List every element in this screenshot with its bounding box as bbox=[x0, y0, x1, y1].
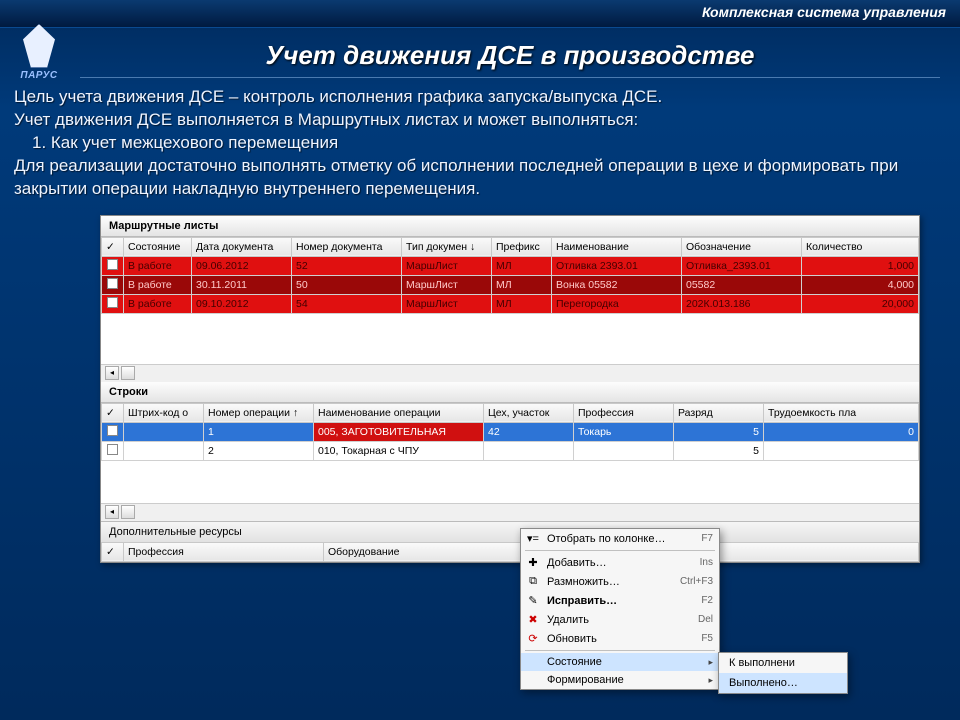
delete-icon: ✖ bbox=[525, 613, 541, 626]
col-qty[interactable]: Количество bbox=[802, 237, 919, 256]
scroll-left-icon[interactable]: ◂ bbox=[105, 505, 119, 519]
logo-block: ПАРУС bbox=[10, 24, 68, 81]
table-row[interactable]: В работе 30.11.2011 50 МаршЛист МЛ Вонка… bbox=[102, 275, 919, 294]
lines-hscroll[interactable]: ◂ bbox=[101, 503, 919, 521]
resources-header-row[interactable]: ✓ Профессия Оборудование Номер исполни bbox=[102, 542, 919, 561]
menu-separator bbox=[525, 550, 715, 551]
paragraph-3: 1. Как учет межцехового перемещения bbox=[14, 132, 946, 155]
table-row-selected[interactable]: 1 005, ЗАГОТОВИТЕЛЬНАЯ 42 Токарь 5 0 bbox=[102, 422, 919, 441]
col-desig[interactable]: Обозначение bbox=[682, 237, 802, 256]
col-state[interactable]: Состояние bbox=[124, 237, 192, 256]
menu-item-filter[interactable]: ▾= Отобрать по колонке… F7 bbox=[521, 529, 719, 548]
app-window: Маршрутные листы ✓ Состояние Дата докуме… bbox=[100, 215, 920, 563]
menu-item-edit[interactable]: ✎ Исправить… F2 bbox=[521, 591, 719, 610]
col-profession[interactable]: Профессия bbox=[124, 542, 324, 561]
scroll-handle[interactable] bbox=[121, 366, 135, 380]
logo-icon bbox=[19, 24, 59, 68]
plus-icon: ✚ bbox=[525, 556, 541, 569]
logo-brand: ПАРУС bbox=[10, 70, 68, 81]
context-menu[interactable]: ▾= Отобрать по колонке… F7 ✚ Добавить… I… bbox=[520, 528, 720, 690]
submenu-item-done[interactable]: Выполнено… bbox=[719, 673, 847, 693]
lines-header-row[interactable]: ✓ Штрих-код о Номер операции ↑ Наименова… bbox=[102, 403, 919, 422]
checkbox[interactable] bbox=[107, 297, 118, 308]
checkbox[interactable] bbox=[107, 259, 118, 270]
submenu-item-to-execution[interactable]: К выполнени bbox=[719, 653, 847, 673]
edit-icon: ✎ bbox=[525, 594, 541, 607]
body-text: Цель учета движения ДСЕ – контроль испол… bbox=[0, 78, 960, 209]
menu-separator bbox=[525, 650, 715, 651]
menu-item-forming[interactable]: Формирование bbox=[521, 671, 719, 689]
col-op-num[interactable]: Номер операции ↑ bbox=[204, 403, 314, 422]
menu-item-add[interactable]: ✚ Добавить… Ins bbox=[521, 553, 719, 572]
menu-item-refresh[interactable]: ⟳ Обновить F5 bbox=[521, 629, 719, 648]
col-grade[interactable]: Разряд bbox=[674, 403, 764, 422]
routes-empty-area bbox=[101, 314, 919, 364]
table-row[interactable]: В работе 09.10.2012 54 МаршЛист МЛ Перег… bbox=[102, 294, 919, 313]
checkbox[interactable] bbox=[107, 444, 118, 455]
col-type[interactable]: Тип докумен ↓ bbox=[402, 237, 492, 256]
filter-icon: ▾= bbox=[525, 532, 541, 545]
col-op-name[interactable]: Наименование операции bbox=[314, 403, 484, 422]
col-num[interactable]: Номер документа bbox=[292, 237, 402, 256]
paragraph-2: Учет движения ДСЕ выполняется в Маршрутн… bbox=[14, 109, 946, 132]
checkbox[interactable] bbox=[107, 278, 118, 289]
col-profession[interactable]: Профессия bbox=[574, 403, 674, 422]
resources-panel-title: Дополнительные ресурсы bbox=[101, 521, 919, 542]
system-name: Комплексная система управления bbox=[702, 4, 946, 20]
duplicate-icon: ⧉ bbox=[525, 575, 541, 588]
table-row[interactable]: В работе 09.06.2012 52 МаршЛист МЛ Отлив… bbox=[102, 256, 919, 275]
header-band: Комплексная система управления bbox=[0, 0, 960, 28]
col-date[interactable]: Дата документа bbox=[192, 237, 292, 256]
col-barcode[interactable]: Штрих-код о bbox=[124, 403, 204, 422]
col-check[interactable]: ✓ bbox=[102, 237, 124, 256]
menu-item-delete[interactable]: ✖ Удалить Del bbox=[521, 610, 719, 629]
lines-table[interactable]: ✓ Штрих-код о Номер операции ↑ Наименова… bbox=[101, 403, 919, 461]
col-name[interactable]: Наименование bbox=[552, 237, 682, 256]
lines-empty-area bbox=[101, 461, 919, 503]
resources-table[interactable]: ✓ Профессия Оборудование Номер исполни bbox=[101, 542, 919, 562]
scroll-left-icon[interactable]: ◂ bbox=[105, 366, 119, 380]
checkbox[interactable] bbox=[107, 425, 118, 436]
submenu-state[interactable]: К выполнени Выполнено… bbox=[718, 652, 848, 694]
col-shop[interactable]: Цех, участок bbox=[484, 403, 574, 422]
routes-panel-title: Маршрутные листы bbox=[101, 216, 919, 237]
refresh-icon: ⟳ bbox=[525, 632, 541, 645]
col-labor[interactable]: Трудоемкость пла bbox=[764, 403, 919, 422]
routes-header-row[interactable]: ✓ Состояние Дата документа Номер докумен… bbox=[102, 237, 919, 256]
routes-table[interactable]: ✓ Состояние Дата документа Номер докумен… bbox=[101, 237, 919, 314]
routes-hscroll[interactable]: ◂ bbox=[101, 364, 919, 382]
paragraph-1: Цель учета движения ДСЕ – контроль испол… bbox=[14, 86, 946, 109]
paragraph-4: Для реализации достаточно выполнять отме… bbox=[14, 155, 946, 201]
table-row[interactable]: 2 010, Токарная с ЧПУ 5 bbox=[102, 441, 919, 460]
lines-panel-title: Строки bbox=[101, 382, 919, 403]
menu-item-duplicate[interactable]: ⧉ Размножить… Ctrl+F3 bbox=[521, 572, 719, 591]
scroll-handle[interactable] bbox=[121, 505, 135, 519]
page-title: Учет движения ДСЕ в производстве bbox=[80, 28, 940, 78]
menu-item-state[interactable]: Состояние bbox=[521, 653, 719, 671]
col-check[interactable]: ✓ bbox=[102, 403, 124, 422]
col-prefix[interactable]: Префикс bbox=[492, 237, 552, 256]
col-check[interactable]: ✓ bbox=[102, 542, 124, 561]
